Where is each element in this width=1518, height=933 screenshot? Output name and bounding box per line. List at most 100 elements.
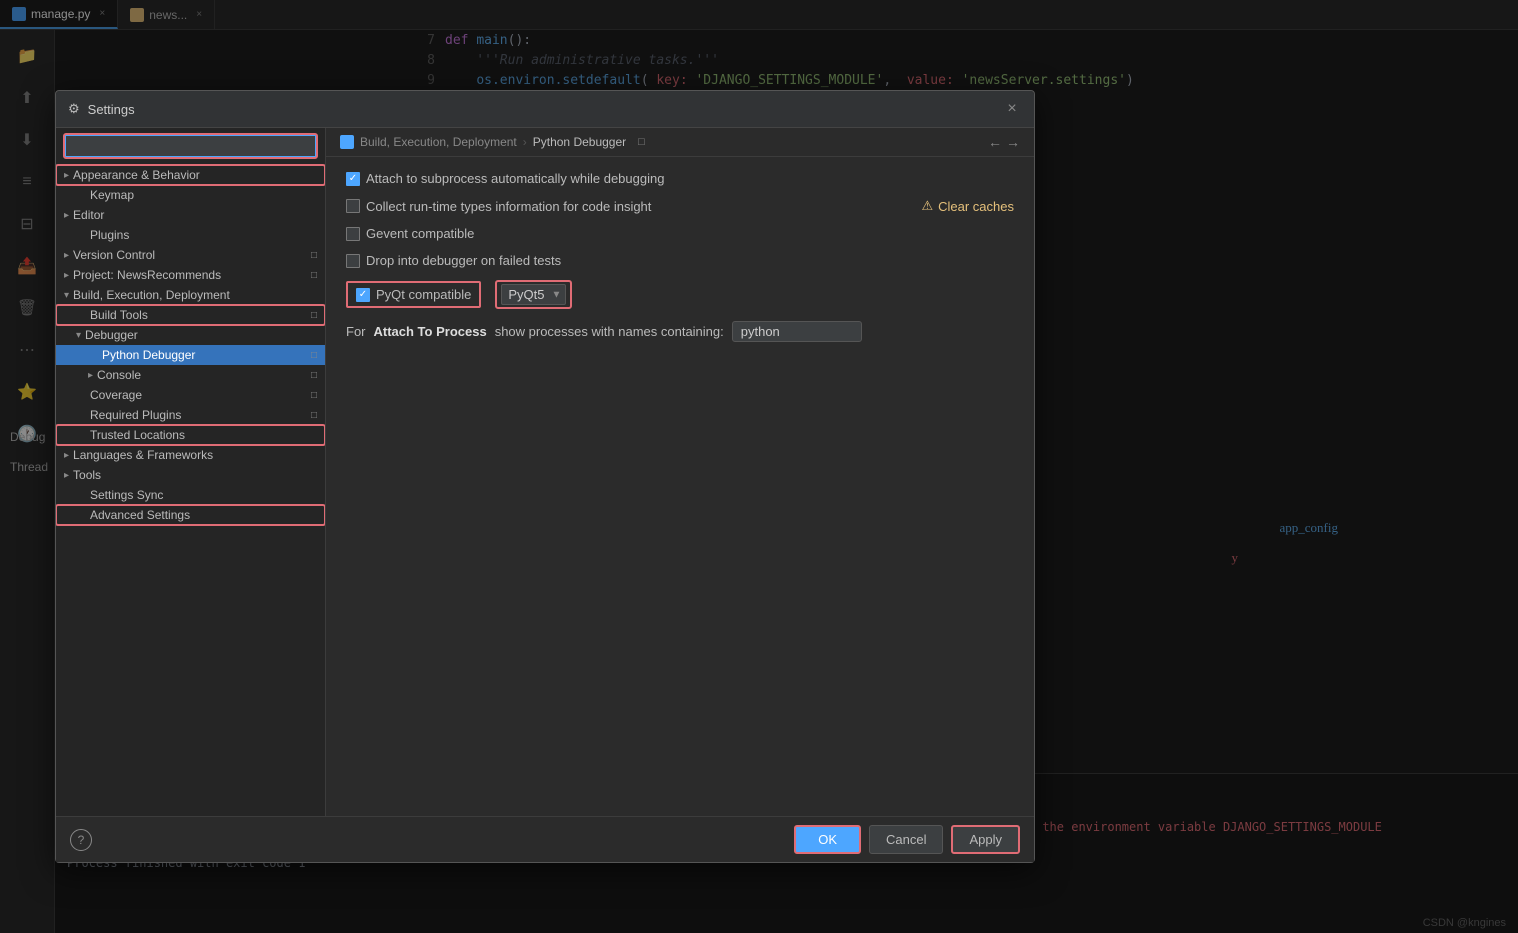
- tree-item-keymap[interactable]: Keymap: [56, 185, 325, 205]
- tree-label-python-debugger: Python Debugger: [102, 348, 311, 362]
- tree-arrow-appearance-behavior: ▸: [64, 170, 69, 181]
- tree-arrow-console: ▸: [88, 370, 93, 381]
- help-button[interactable]: ?: [70, 829, 92, 851]
- tree-label-tools: Tools: [73, 468, 317, 482]
- help-icon: ?: [78, 833, 85, 847]
- tree-item-advanced-settings[interactable]: Advanced Settings: [56, 505, 325, 525]
- ok-button[interactable]: OK: [794, 825, 861, 854]
- tree-item-build-execution-deployment[interactable]: ▾ Build, Execution, Deployment: [56, 285, 325, 305]
- tree-item-appearance-behavior[interactable]: ▸ Appearance & Behavior: [56, 165, 325, 185]
- attach-process-prefix: For: [346, 324, 366, 339]
- tree-label-build-tools: Build Tools: [90, 308, 311, 322]
- pyqt-version-select[interactable]: PyQt4 PyQt5 PyQt6: [501, 284, 566, 305]
- dialog-body: ▸ Appearance & Behavior Keymap ▸ Editor Plugi…: [56, 128, 1034, 816]
- tree-arrow-tools: ▸: [64, 470, 69, 481]
- attach-process-suffix: show processes with names containing:: [495, 324, 724, 339]
- tree-arrow-version-control: ▸: [64, 250, 69, 261]
- footer-buttons: OK Cancel Apply: [794, 825, 1020, 854]
- tree-item-required-plugins[interactable]: Required Plugins□: [56, 405, 325, 425]
- drop-debugger-checkbox[interactable]: [346, 254, 360, 268]
- attach-subprocess-text: Attach to subprocess automatically while…: [366, 171, 664, 186]
- cancel-button[interactable]: Cancel: [869, 825, 943, 854]
- attach-process-row: For Attach To Process show processes wit…: [346, 321, 1014, 342]
- pyqt-select-wrapper: PyQt4 PyQt5 PyQt6 ▼: [495, 280, 572, 309]
- settings-dialog: ⚙ Settings × ▸ Appearance & Behavior Keyma…: [55, 90, 1035, 863]
- tree-label-coverage: Coverage: [90, 388, 311, 402]
- settings-content-panel: Build, Execution, Deployment › Python De…: [326, 128, 1034, 816]
- python-debugger-icon: [340, 135, 354, 149]
- tree-arrow-editor: ▸: [64, 210, 69, 221]
- settings-search-input[interactable]: [64, 134, 317, 158]
- gevent-label[interactable]: Gevent compatible: [346, 226, 474, 241]
- attach-process-bold: Attach To Process: [374, 324, 487, 339]
- settings-gear-icon: ⚙: [68, 101, 80, 117]
- content-main: Attach to subprocess automatically while…: [326, 157, 1034, 816]
- breadcrumb-separator: ›: [523, 135, 527, 149]
- tree-badge-coverage: □: [311, 390, 317, 401]
- settings-tree: ▸ Appearance & Behavior Keymap ▸ Editor Plugi…: [56, 128, 326, 816]
- pyqt-select-container: PyQt4 PyQt5 PyQt6 ▼: [501, 284, 566, 305]
- breadcrumb-badge: □: [638, 136, 645, 148]
- nav-back-button[interactable]: ←: [988, 134, 1002, 150]
- tree-arrow-build-execution-deployment: ▾: [64, 290, 69, 301]
- tree-label-advanced-settings: Advanced Settings: [90, 508, 317, 522]
- tree-badge-project-newsrecommends: □: [311, 270, 317, 281]
- tree-item-debugger[interactable]: ▾Debugger: [56, 325, 325, 345]
- tree-label-languages-frameworks: Languages & Frameworks: [73, 448, 317, 462]
- breadcrumb: Build, Execution, Deployment › Python De…: [326, 128, 1034, 157]
- pyqt-checkbox-wrapper: PyQt compatible: [346, 281, 481, 308]
- setting-row-drop-debugger: Drop into debugger on failed tests: [346, 253, 1014, 268]
- tree-label-appearance-behavior: Appearance & Behavior: [73, 168, 317, 182]
- tree-item-console[interactable]: ▸ Console□: [56, 365, 325, 385]
- tree-item-coverage[interactable]: Coverage□: [56, 385, 325, 405]
- attach-subprocess-checkbox[interactable]: [346, 172, 360, 186]
- breadcrumb-part-1: Build, Execution, Deployment: [360, 135, 517, 149]
- tree-item-plugins[interactable]: Plugins: [56, 225, 325, 245]
- tree-label-required-plugins: Required Plugins: [90, 408, 311, 422]
- attach-subprocess-label[interactable]: Attach to subprocess automatically while…: [346, 171, 664, 186]
- tree-badge-console: □: [311, 370, 317, 381]
- process-name-input[interactable]: [732, 321, 862, 342]
- tree-item-version-control[interactable]: ▸Version Control□: [56, 245, 325, 265]
- apply-button[interactable]: Apply: [951, 825, 1020, 854]
- tree-item-languages-frameworks[interactable]: ▸ Languages & Frameworks: [56, 445, 325, 465]
- tree-badge-required-plugins: □: [311, 410, 317, 421]
- gevent-text: Gevent compatible: [366, 226, 474, 241]
- warning-icon: ⚠: [921, 198, 933, 214]
- drop-debugger-label[interactable]: Drop into debugger on failed tests: [346, 253, 561, 268]
- setting-row-collect-runtime: Collect run-time types information for c…: [346, 198, 1014, 214]
- tree-item-editor[interactable]: ▸ Editor: [56, 205, 325, 225]
- dialog-close-button[interactable]: ×: [1002, 99, 1022, 119]
- nav-forward-button[interactable]: →: [1006, 134, 1020, 150]
- dialog-title-bar: ⚙ Settings ×: [56, 91, 1034, 128]
- setting-row-attach-subprocess: Attach to subprocess automatically while…: [346, 171, 1014, 186]
- tree-label-plugins: Plugins: [90, 228, 317, 242]
- tree-label-settings-sync: Settings Sync: [90, 488, 317, 502]
- tree-container: ▸ Appearance & Behavior Keymap ▸ Editor Plugi…: [56, 165, 325, 525]
- tree-label-editor: Editor: [73, 208, 317, 222]
- tree-label-debugger: Debugger: [85, 328, 317, 342]
- breadcrumb-current: Python Debugger: [533, 135, 626, 149]
- tree-label-build-execution-deployment: Build, Execution, Deployment: [73, 288, 317, 302]
- dialog-footer: ? OK Cancel Apply: [56, 816, 1034, 862]
- tree-item-tools[interactable]: ▸ Tools: [56, 465, 325, 485]
- clear-caches-label: Clear caches: [938, 199, 1014, 214]
- tree-badge-version-control: □: [311, 250, 317, 261]
- tree-item-trusted-locations[interactable]: Trusted Locations: [56, 425, 325, 445]
- collect-runtime-checkbox[interactable]: [346, 199, 360, 213]
- clear-caches-button[interactable]: ⚠ Clear caches: [921, 198, 1014, 214]
- tree-label-trusted-locations: Trusted Locations: [90, 428, 317, 442]
- tree-label-project-newsrecommends: Project: NewsRecommends: [73, 268, 311, 282]
- tree-item-build-tools[interactable]: Build Tools□: [56, 305, 325, 325]
- gevent-checkbox[interactable]: [346, 227, 360, 241]
- pyqt-compatible-text: PyQt compatible: [376, 287, 471, 302]
- pyqt-compatible-checkbox[interactable]: [356, 288, 370, 302]
- tree-label-console: Console: [97, 368, 311, 382]
- tree-item-settings-sync[interactable]: Settings Sync: [56, 485, 325, 505]
- tree-arrow-languages-frameworks: ▸: [64, 450, 69, 461]
- search-box-container: [56, 128, 325, 165]
- collect-runtime-label[interactable]: Collect run-time types information for c…: [346, 199, 651, 214]
- tree-item-project-newsrecommends[interactable]: ▸Project: NewsRecommends□: [56, 265, 325, 285]
- setting-row-pyqt: PyQt compatible PyQt4 PyQt5 PyQt6 ▼: [346, 280, 1014, 309]
- tree-item-python-debugger[interactable]: Python Debugger□: [56, 345, 325, 365]
